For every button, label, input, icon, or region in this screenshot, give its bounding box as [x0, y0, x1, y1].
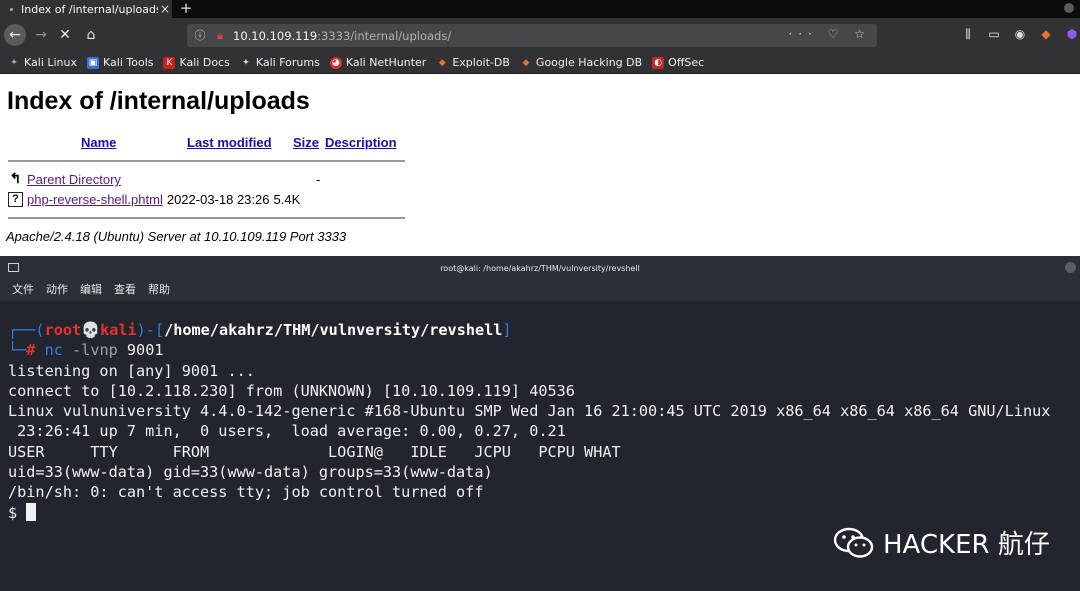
command-args: -lvnp: [62, 341, 127, 360]
bookmark-google-hacking-db[interactable]: ◆ Google Hacking DB: [520, 56, 642, 69]
table-row: ↰ Parent Directory: [8, 170, 121, 187]
bookmark-offsec[interactable]: ◐ OffSec: [652, 56, 704, 69]
exploitdb-icon: ◆: [438, 57, 446, 68]
terminal-title-bar: root@kali: /home/akahrz/THM/vulnversity/…: [0, 256, 1080, 279]
terminal-menu-bar: 文件 动作 编辑 查看 帮助: [0, 279, 1080, 301]
command-name: nc: [44, 341, 63, 360]
prompt-decoration: ┌──(: [8, 321, 45, 339]
shell-prompt: $: [8, 503, 27, 522]
offsec-icon: ◐: [652, 56, 665, 69]
prompt-user: root: [44, 321, 82, 339]
tab-loading-icon: [10, 7, 13, 11]
insecure-lock-icon[interactable]: 🔒︎: [213, 29, 227, 43]
sidebar-icon[interactable]: ▭: [986, 27, 1002, 43]
footer-divider: [8, 217, 405, 219]
column-header-description[interactable]: Description: [325, 135, 397, 150]
url-host: 10.10.109.119: [233, 28, 318, 43]
prompt-decoration: )-[: [136, 321, 165, 339]
url-actions-icon[interactable]: ··· ♡ ☆: [788, 27, 871, 41]
page-content: Index of /internal/uploads Name Last mod…: [0, 74, 1080, 256]
prompt-hash: #: [26, 341, 45, 360]
bookmark-kali-tools[interactable]: ▣ Kali Tools: [87, 56, 153, 69]
header-divider: [8, 160, 405, 162]
command-port: 9001: [126, 341, 164, 360]
prompt-decoration: ]: [502, 321, 512, 339]
bookmark-kali-linux[interactable]: ✦ Kali Linux: [8, 56, 77, 69]
terminal-icon: [8, 263, 19, 272]
terminal-title: root@kali: /home/akahrz/THM/vulnversity/…: [440, 264, 640, 273]
output-line: listening on [any] 9001 ...: [8, 361, 255, 380]
navigation-bar: ← → ✕ ⌂ ⓘ 🔒︎ 10.10.109.119:3333/internal…: [0, 18, 1080, 52]
back-folder-icon: ↰: [9, 170, 22, 186]
unknown-file-icon: ?: [8, 192, 23, 207]
terminal-cursor: [26, 502, 37, 521]
output-line: USER TTY FROM LOGIN@ IDLE JCPU PCPU WHAT: [8, 442, 621, 461]
output-line: connect to [10.2.118.230] from (UNKNOWN)…: [8, 381, 575, 400]
prompt-path: /home/akahrz/THM/vulnversity/revshell: [164, 321, 503, 339]
kali-docs-icon: K: [163, 56, 176, 69]
page-title: Index of /internal/uploads: [7, 87, 310, 115]
kali-icon: ✦: [10, 57, 18, 68]
kali-tools-icon: ▣: [87, 56, 100, 69]
info-icon[interactable]: ⓘ: [193, 29, 207, 43]
menu-edit[interactable]: 编辑: [80, 279, 102, 301]
kali-forums-icon: ✦: [242, 57, 250, 68]
bookmark-kali-forums[interactable]: ✦ Kali Forums: [240, 56, 320, 69]
watermark-text: HACKER 航仔: [883, 530, 1050, 560]
menu-view[interactable]: 查看: [114, 279, 136, 301]
forward-button[interactable]: →: [30, 24, 52, 46]
wechat-icon: [833, 527, 874, 558]
url-bar[interactable]: ⓘ 🔒︎ 10.10.109.119:3333/internal/uploads…: [187, 24, 877, 47]
file-link-php-reverse-shell[interactable]: php-reverse-shell.phtml: [27, 192, 163, 207]
menu-actions[interactable]: 动作: [46, 279, 68, 301]
window-control-icon[interactable]: [1064, 3, 1074, 13]
bookmarks-bar: ✦ Kali Linux ▣ Kali Tools K Kali Docs ✦ Kali…: [0, 52, 1080, 74]
nethunter-icon: ◕: [329, 56, 342, 69]
back-button[interactable]: ←: [4, 24, 26, 46]
stop-button[interactable]: ✕: [54, 24, 76, 46]
account-icon[interactable]: ◉: [1012, 27, 1028, 43]
file-last-modified: 2022-03-18 23:26: [166, 192, 270, 207]
table-row: ? php-reverse-shell.phtml 2022-03-18 23:…: [8, 192, 300, 207]
tab-index-uploads[interactable]: Index of /internal/uploads ×: [0, 0, 172, 18]
tab-title: Index of /internal/uploads: [21, 2, 158, 16]
menu-file[interactable]: 文件: [12, 279, 34, 301]
file-size: 5.4K: [273, 192, 301, 207]
extension-purple-icon[interactable]: ⬢: [1064, 27, 1080, 43]
library-icon[interactable]: ⫼: [960, 27, 976, 43]
server-signature: Apache/2.4.18 (Ubuntu) Server at 10.10.1…: [6, 229, 347, 244]
tab-close-icon[interactable]: ×: [158, 2, 172, 16]
terminal-output[interactable]: ┌──(root💀kali)-[/home/akahrz/THM/vulnver…: [8, 320, 1050, 523]
column-header-size[interactable]: Size: [293, 135, 319, 150]
skull-icon: 💀: [81, 321, 101, 339]
menu-help[interactable]: 帮助: [148, 279, 170, 301]
column-header-last-modified[interactable]: Last modified: [187, 135, 272, 150]
output-line: /bin/sh: 0: can't access tty; job contro…: [8, 483, 484, 502]
prompt-decoration: └─: [8, 341, 27, 360]
output-line: uid=33(www-data) gid=33(www-data) groups…: [8, 463, 493, 482]
parent-directory-link[interactable]: Parent Directory: [27, 172, 121, 187]
parent-size: -: [316, 172, 321, 187]
output-line: Linux vulnuniversity 4.4.0-142-generic #…: [8, 402, 1051, 421]
extension-fox-icon[interactable]: ◆: [1038, 27, 1054, 43]
new-tab-button[interactable]: +: [176, 0, 196, 18]
watermark: HACKER 航仔: [833, 524, 1050, 561]
bookmark-exploit-db[interactable]: ◆ Exploit-DB: [436, 56, 510, 69]
url-path: :3333/internal/uploads/: [317, 28, 452, 43]
ghdb-icon: ◆: [522, 57, 530, 68]
bookmark-kali-docs[interactable]: K Kali Docs: [163, 56, 230, 69]
window-menu-icon[interactable]: [1065, 262, 1076, 273]
prompt-host: kali: [100, 321, 137, 339]
bookmark-kali-nethunter[interactable]: ◕ Kali NetHunter: [329, 56, 426, 69]
toolbar-right: ⫼ ▭ ◉ ◆ ⬢: [960, 27, 1080, 43]
column-header-name[interactable]: Name: [81, 135, 116, 150]
home-button[interactable]: ⌂: [80, 24, 102, 46]
output-line: 23:26:41 up 7 min, 0 users, load average…: [8, 422, 566, 441]
tab-bar: Index of /internal/uploads × +: [0, 0, 1080, 18]
